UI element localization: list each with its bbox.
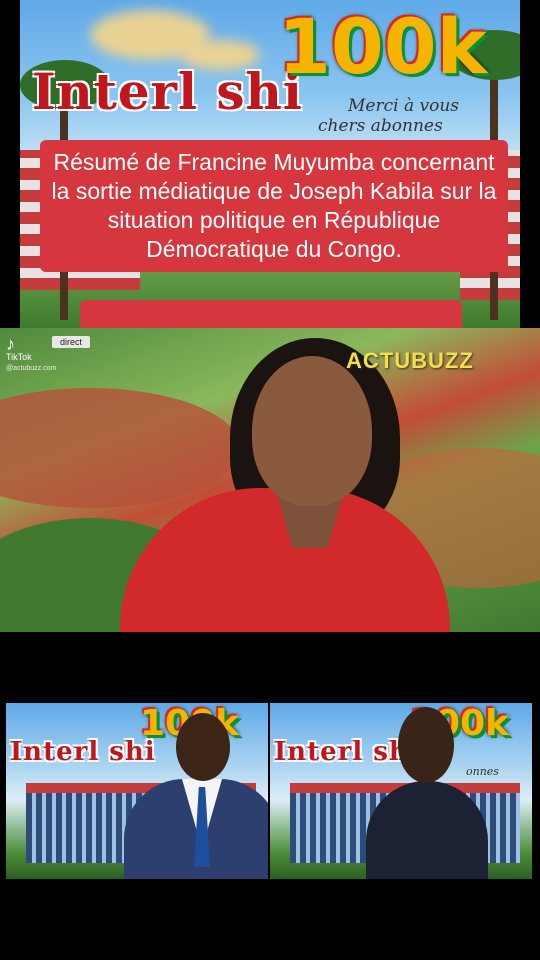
caption-text: Résumé de Francine Muyumba concernant la… bbox=[40, 140, 508, 272]
thumbnail-left[interactable]: Interl shi 100k bbox=[6, 703, 268, 879]
thanks-line-2: chers abonnes bbox=[318, 116, 443, 136]
tiktok-icon: ♪ bbox=[6, 334, 15, 354]
presenter-face bbox=[252, 356, 372, 506]
hill-shape bbox=[0, 388, 240, 508]
subscriber-count-text: 100k bbox=[278, 2, 488, 91]
thanks-line-1: Merci à vous bbox=[348, 96, 460, 116]
actubuzz-watermark: ACTUBUZZ bbox=[346, 348, 474, 373]
brand-logo-text: Interl shi bbox=[10, 737, 156, 767]
thanks-fragment: onnes bbox=[466, 765, 499, 778]
thumbnail-right[interactable]: Interl shi 100k onnes bbox=[270, 703, 532, 879]
direct-badge: direct bbox=[52, 336, 91, 348]
video-frame[interactable]: ♪ TikTok @actubuzz.com direct ACTUBUZZ bbox=[0, 328, 540, 632]
person-head bbox=[176, 713, 230, 781]
tiktok-watermark: ♪ TikTok @actubuzz.com bbox=[6, 334, 57, 372]
tiktok-handle: @actubuzz.com bbox=[6, 365, 57, 372]
person-head bbox=[398, 707, 454, 783]
tiktok-label: TikTok bbox=[6, 352, 32, 362]
brand-logo-text: Interl shi bbox=[32, 62, 303, 121]
